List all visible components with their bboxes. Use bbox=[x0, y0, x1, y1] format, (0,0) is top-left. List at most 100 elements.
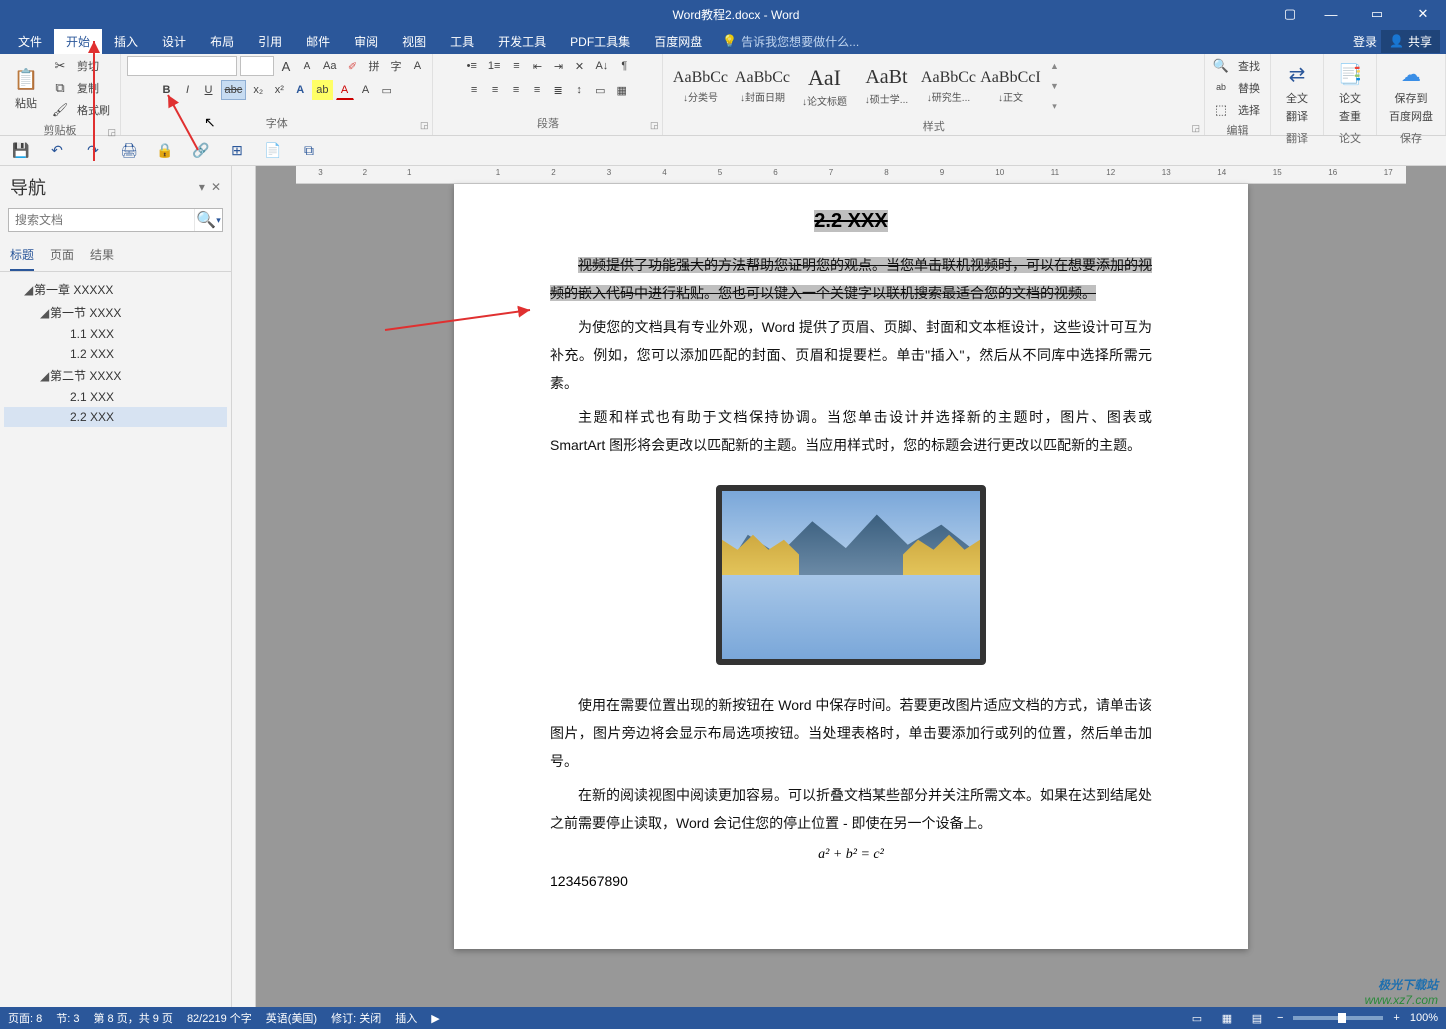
styles-gallery[interactable]: AaBbCc↓分类号 AaBbCc↓封面日期 AaI↓论文标题 AaBt↓硕士学… bbox=[669, 59, 1041, 113]
ribbon-display-options[interactable]: ▢ bbox=[1272, 0, 1308, 28]
tab-pdf-toolset[interactable]: PDF工具集 bbox=[558, 29, 642, 54]
tab-references[interactable]: 引用 bbox=[246, 29, 294, 54]
qat-link-button[interactable]: 🔗 bbox=[190, 140, 212, 162]
char-border2-button[interactable]: ▭ bbox=[378, 80, 396, 100]
style-card[interactable]: AaBt↓硕士学... bbox=[855, 59, 917, 113]
doc-paragraph[interactable]: 主题和样式也有助于文档保持协调。当您单击设计并选择新的主题时，图片、图表或 Sm… bbox=[550, 403, 1152, 459]
paste-button[interactable]: 📋 粘贴 bbox=[6, 61, 46, 115]
text-effects-button[interactable]: A bbox=[291, 80, 309, 100]
zoom-level[interactable]: 100% bbox=[1410, 1012, 1438, 1024]
status-section[interactable]: 节: 3 bbox=[56, 1010, 79, 1026]
subscript-button[interactable]: x₂ bbox=[249, 80, 267, 100]
style-card[interactable]: AaBbCcI↓正文 bbox=[979, 59, 1041, 113]
superscript-button[interactable]: x² bbox=[270, 80, 288, 100]
qat-table-button[interactable]: ⊞ bbox=[226, 140, 248, 162]
borders-button[interactable]: ▦ bbox=[612, 80, 630, 100]
cjk-layout-button[interactable]: ✕ bbox=[570, 56, 588, 76]
tab-layout[interactable]: 布局 bbox=[198, 29, 246, 54]
status-insert-mode[interactable]: 插入 bbox=[395, 1010, 417, 1026]
styles-down-button[interactable]: ▼ bbox=[1045, 76, 1063, 96]
tab-design[interactable]: 设计 bbox=[150, 29, 198, 54]
highlight-button[interactable]: ab bbox=[312, 80, 332, 100]
numbering-button[interactable]: 1≡ bbox=[484, 56, 505, 76]
styles-up-button[interactable]: ▲ bbox=[1045, 56, 1063, 76]
enclose-char-button[interactable]: 字 bbox=[386, 56, 405, 76]
shading-button[interactable]: ▭ bbox=[591, 80, 609, 100]
italic-button[interactable]: I bbox=[179, 80, 197, 100]
bold-button[interactable]: B bbox=[158, 80, 176, 100]
dialog-launcher-icon[interactable]: ◲ bbox=[650, 120, 659, 131]
char-shading-button[interactable]: A bbox=[357, 80, 375, 100]
align-center-button[interactable]: ≡ bbox=[486, 80, 504, 100]
zoom-out-button[interactable]: − bbox=[1277, 1012, 1283, 1024]
underline-button[interactable]: U bbox=[200, 80, 218, 100]
qat-window-button[interactable]: ⧉ bbox=[298, 140, 320, 162]
qat-redo-button[interactable]: ↷ bbox=[82, 140, 104, 162]
view-print-layout-button[interactable]: ▦ bbox=[1217, 1010, 1237, 1026]
decrease-indent-button[interactable]: ⇤ bbox=[528, 56, 546, 76]
document-page[interactable]: 2.2 XXX 视频提供了功能强大的方法帮助您证明您的观点。当您单击联机视频时，… bbox=[454, 184, 1248, 949]
nav-dropdown-icon[interactable]: ▾ bbox=[199, 180, 205, 194]
nav-search-button[interactable]: 🔍▾ bbox=[194, 209, 222, 231]
phonetic-button[interactable]: 拼 bbox=[364, 56, 383, 76]
replace-button[interactable]: 替换 bbox=[1234, 78, 1264, 98]
tab-review[interactable]: 审阅 bbox=[342, 29, 390, 54]
doc-image[interactable] bbox=[716, 485, 986, 665]
align-right-button[interactable]: ≡ bbox=[507, 80, 525, 100]
copy-button[interactable]: 复制 bbox=[73, 78, 103, 98]
tab-home[interactable]: 开始 bbox=[54, 29, 102, 54]
nav-search-input[interactable] bbox=[9, 209, 194, 231]
vertical-ruler[interactable] bbox=[232, 166, 256, 1007]
document-scroll[interactable]: 321 123 456 789 101112 131415 1617 2.2 X… bbox=[256, 166, 1446, 1007]
qat-lock-button[interactable]: 🔒 bbox=[154, 140, 176, 162]
nav-node[interactable]: 1.1 XXX bbox=[4, 324, 227, 344]
doc-paragraph[interactable]: 为使您的文档具有专业外观，Word 提供了页眉、页脚、封面和文本框设计，这些设计… bbox=[550, 313, 1152, 397]
dialog-launcher-icon[interactable]: ◲ bbox=[420, 120, 429, 131]
style-card[interactable]: AaBbCc↓封面日期 bbox=[731, 59, 793, 113]
char-border-button[interactable]: A bbox=[408, 56, 426, 76]
change-case-button[interactable]: Aa bbox=[319, 56, 340, 76]
translate-button[interactable]: ⇄全文翻译 bbox=[1277, 56, 1317, 128]
nav-node[interactable]: 1.2 XXX bbox=[4, 344, 227, 364]
doc-paragraph[interactable]: 使用在需要位置出现的新按钮在 Word 中保存时间。若要更改图片适应文档的方式，… bbox=[550, 691, 1152, 775]
share-button[interactable]: 👤 共享 bbox=[1381, 30, 1440, 53]
find-button[interactable]: 查找 bbox=[1234, 56, 1264, 76]
doc-paragraph-selected[interactable]: 视频提供了功能强大的方法帮助您证明您的观点。当您单击联机视频时，可以在想要添加的… bbox=[550, 251, 1152, 307]
qat-doc-button[interactable]: 📄 bbox=[262, 140, 284, 162]
font-color-button[interactable]: A bbox=[336, 80, 354, 100]
status-language[interactable]: 英语(美国) bbox=[266, 1010, 317, 1026]
tab-insert[interactable]: 插入 bbox=[102, 29, 150, 54]
nav-close-icon[interactable]: ✕ bbox=[211, 180, 221, 194]
nav-tab-pages[interactable]: 页面 bbox=[50, 242, 74, 271]
tab-view[interactable]: 视图 bbox=[390, 29, 438, 54]
style-card[interactable]: AaBbCc↓分类号 bbox=[669, 59, 731, 113]
view-read-mode-button[interactable]: ▭ bbox=[1187, 1010, 1207, 1026]
style-card[interactable]: AaI↓论文标题 bbox=[793, 59, 855, 113]
qat-print-button[interactable]: 🖨 bbox=[118, 140, 140, 162]
minimize-button[interactable]: — bbox=[1308, 0, 1354, 28]
status-page[interactable]: 页面: 8 bbox=[8, 1010, 42, 1026]
doc-heading[interactable]: 2.2 XXX bbox=[550, 210, 1152, 233]
styles-more-button[interactable]: ▾ bbox=[1045, 96, 1063, 116]
maximize-button[interactable]: ▭ bbox=[1354, 0, 1400, 28]
shrink-font-button[interactable]: A bbox=[298, 56, 316, 76]
nav-node[interactable]: ◢第一节 XXXX bbox=[4, 301, 227, 324]
style-card[interactable]: AaBbCc↓研究生... bbox=[917, 59, 979, 113]
increase-indent-button[interactable]: ⇥ bbox=[549, 56, 567, 76]
sort-button[interactable]: A↓ bbox=[591, 56, 612, 76]
status-macro-icon[interactable]: ▶ bbox=[431, 1012, 439, 1025]
doc-formula[interactable]: a² + b² = c² bbox=[550, 847, 1152, 863]
horizontal-ruler[interactable]: 321 123 456 789 101112 131415 1617 bbox=[296, 166, 1406, 184]
qat-undo-button[interactable]: ↶ bbox=[46, 140, 68, 162]
multilevel-list-button[interactable]: ≡ bbox=[507, 56, 525, 76]
distribute-button[interactable]: ≣ bbox=[549, 80, 567, 100]
doc-numbers[interactable]: 1234567890 bbox=[550, 873, 1152, 889]
font-size-input[interactable] bbox=[240, 56, 274, 76]
grow-font-button[interactable]: A bbox=[277, 56, 295, 76]
qat-save-button[interactable]: 💾 bbox=[10, 140, 32, 162]
tab-tools[interactable]: 工具 bbox=[438, 29, 486, 54]
nav-node-selected[interactable]: 2.2 XXX bbox=[4, 407, 227, 427]
show-marks-button[interactable]: ¶ bbox=[615, 56, 633, 76]
close-button[interactable]: ✕ bbox=[1400, 0, 1446, 28]
font-name-input[interactable] bbox=[127, 56, 237, 76]
